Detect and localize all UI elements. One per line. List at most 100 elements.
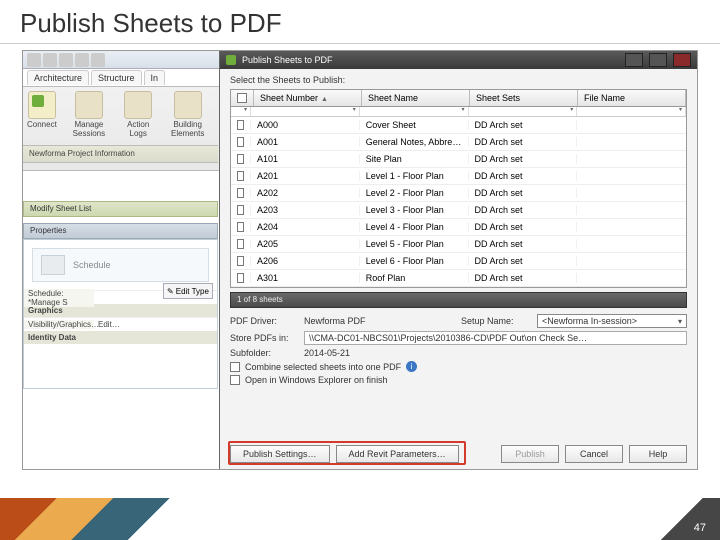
properties-header: Properties (23, 223, 218, 239)
cell-sheet-name: Level 4 - Floor Plan (360, 222, 469, 232)
page-number: 47 (694, 522, 706, 534)
info-icon[interactable]: i (406, 361, 417, 372)
cell-sheet-number: A000 (251, 120, 360, 130)
dialog-titlebar: Publish Sheets to PDF (220, 51, 697, 69)
table-row[interactable]: A205Level 5 - Floor PlanDD Arch set (231, 236, 686, 253)
cell-sheet-number: A205 (251, 239, 360, 249)
row-checkbox[interactable] (231, 222, 251, 232)
cell-sheet-sets: DD Arch set (469, 239, 578, 249)
store-pdfs-path[interactable]: \\CMA-DC01-NBCS01\Projects\2010386-CD\PD… (304, 331, 687, 345)
lbl-combine: Combine selected sheets into one PDF (245, 362, 401, 372)
publish-button[interactable]: Publish (501, 445, 559, 463)
table-row[interactable]: A206Level 6 - Floor PlanDD Arch set (231, 253, 686, 270)
table-row[interactable]: A204Level 4 - Floor PlanDD Arch set (231, 219, 686, 236)
app-menu-icon[interactable] (27, 53, 41, 67)
redo-icon[interactable] (91, 53, 105, 67)
cell-sheet-name: Site Plan (360, 154, 469, 164)
building-elements-button[interactable]: Building Elements (161, 91, 214, 139)
table-row[interactable]: A000Cover SheetDD Arch set (231, 117, 686, 134)
lbl-pdf-driver: PDF Driver: (230, 316, 298, 326)
table-row[interactable]: A101Site PlanDD Arch set (231, 151, 686, 168)
col-select-all[interactable] (231, 90, 254, 106)
publish-settings-button[interactable]: Publish Settings… (230, 445, 330, 463)
cell-sheet-name: Cover Sheet (360, 120, 469, 130)
row-checkbox[interactable] (231, 154, 251, 164)
tab-architecture[interactable]: Architecture (27, 70, 89, 85)
edit-type-button[interactable]: ✎ Edit Type (163, 283, 213, 299)
connect-button[interactable]: Connect (27, 91, 57, 139)
row-checkbox[interactable] (231, 273, 251, 283)
undo-icon[interactable] (75, 53, 89, 67)
row-checkbox[interactable] (231, 137, 251, 147)
close-icon[interactable] (673, 53, 691, 67)
col-sheet-sets[interactable]: Sheet Sets (470, 90, 578, 106)
row-checkbox[interactable] (231, 239, 251, 249)
action-logs-button[interactable]: Action Logs (121, 91, 155, 139)
action-logs-icon (124, 91, 152, 119)
cell-sheet-number: A101 (251, 154, 360, 164)
properties-panel: Schedule Schedule: *Manage S Graphics Vi… (23, 239, 218, 389)
type-selector[interactable]: Schedule (32, 248, 209, 282)
prop-visibility-value[interactable]: Edit… (94, 320, 217, 329)
ribbon-panel-newforma: Connect Manage Sessions Action Logs Buil… (23, 87, 218, 143)
col-sheet-name[interactable]: Sheet Name (362, 90, 470, 106)
dialog-instruction: Select the Sheets to Publish: (220, 69, 697, 89)
row-checkbox[interactable] (231, 256, 251, 266)
filter-sheet-name[interactable] (360, 107, 469, 116)
cell-sheet-number: A301 (251, 273, 360, 283)
table-row[interactable]: A201Level 1 - Floor PlanDD Arch set (231, 168, 686, 185)
cell-sheet-name: General Notes, Abbrevi… (360, 137, 469, 147)
slide-title: Publish Sheets to PDF (0, 0, 720, 44)
instance-selector[interactable]: Schedule: *Manage S (24, 289, 94, 307)
group-graphics: Graphics (24, 304, 217, 317)
filter-sheet-sets[interactable] (469, 107, 578, 116)
cell-sheet-number: A206 (251, 256, 360, 266)
cell-sheet-sets: DD Arch set (469, 137, 578, 147)
save-icon[interactable] (59, 53, 73, 67)
tab-structure[interactable]: Structure (91, 70, 142, 85)
row-checkbox[interactable] (231, 171, 251, 181)
ribbon-panel-label: Newforma Project Information (23, 145, 218, 163)
table-row[interactable]: A001General Notes, Abbrevi…DD Arch set (231, 134, 686, 151)
building-elements-icon (174, 91, 202, 119)
row-checkbox[interactable] (231, 120, 251, 130)
connect-label: Connect (27, 121, 57, 130)
cell-sheet-name: Level 6 - Floor Plan (360, 256, 469, 266)
maximize-icon[interactable] (649, 53, 667, 67)
setup-name-dropdown[interactable]: <Newforma In-session> (537, 314, 687, 328)
table-row[interactable]: A203Level 3 - Floor PlanDD Arch set (231, 202, 686, 219)
cell-sheet-name: Roof Plan (360, 273, 469, 283)
add-revit-parameters-button[interactable]: Add Revit Parameters… (336, 445, 459, 463)
open-icon[interactable] (43, 53, 57, 67)
help-button[interactable]: Help (629, 445, 687, 463)
tab-in[interactable]: In (144, 70, 166, 85)
filter-sheet-number[interactable] (251, 107, 360, 116)
publish-settings-area: PDF Driver: Newforma PDF Setup Name: <Ne… (230, 314, 687, 385)
lbl-open-explorer: Open in Windows Explorer on finish (245, 375, 388, 385)
sheets-grid: Sheet Number▲ Sheet Name Sheet Sets File… (230, 89, 687, 288)
group-identity: Identity Data (24, 331, 217, 344)
sheet-count-bar: 1 of 8 sheets (230, 292, 687, 308)
manage-sessions-button[interactable]: Manage Sessions (63, 91, 115, 139)
cell-sheet-sets: DD Arch set (469, 154, 578, 164)
dialog-app-icon (226, 55, 236, 65)
dialog-title-text: Publish Sheets to PDF (242, 55, 333, 65)
table-row[interactable]: A202Level 2 - Floor PlanDD Arch set (231, 185, 686, 202)
cell-sheet-sets: DD Arch set (469, 256, 578, 266)
sort-asc-icon: ▲ (321, 96, 328, 103)
cell-sheet-sets: DD Arch set (469, 222, 578, 232)
col-sheet-number[interactable]: Sheet Number▲ (254, 90, 362, 106)
cell-sheet-sets: DD Arch set (469, 205, 578, 215)
cell-sheet-name: Level 1 - Floor Plan (360, 171, 469, 181)
row-checkbox[interactable] (231, 205, 251, 215)
minimize-icon[interactable] (625, 53, 643, 67)
chk-open-explorer[interactable] (230, 375, 240, 385)
chk-combine[interactable] (230, 362, 240, 372)
table-row[interactable]: A301Roof PlanDD Arch set (231, 270, 686, 287)
row-checkbox[interactable] (231, 188, 251, 198)
col-file-name[interactable]: File Name (578, 90, 686, 106)
filter-file-name[interactable] (577, 107, 686, 116)
cell-sheet-sets: DD Arch set (469, 188, 578, 198)
cancel-button[interactable]: Cancel (565, 445, 623, 463)
schedule-icon (41, 255, 65, 275)
